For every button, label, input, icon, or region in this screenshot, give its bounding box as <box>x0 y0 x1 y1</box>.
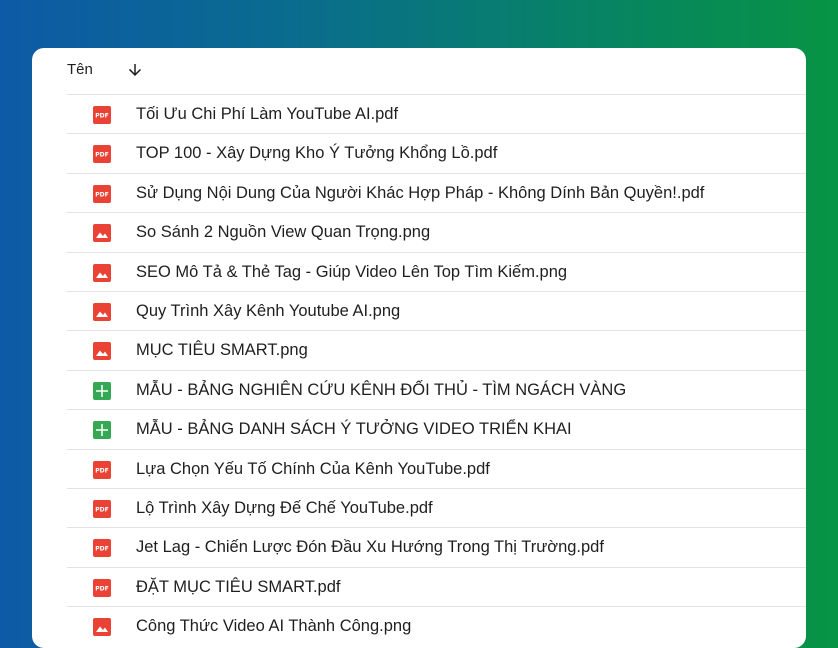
file-name: Quy Trình Xây Kênh Youtube AI.png <box>136 301 401 320</box>
file-name: TOP 100 - Xây Dựng Kho Ý Tưởng Khổng Lồ.… <box>136 144 498 163</box>
file-name: Công Thức Video AI Thành Công.png <box>136 617 412 636</box>
file-name: MẪU - BẢNG DANH SÁCH Ý TƯỞNG VIDEO TRIỂN… <box>136 420 572 439</box>
file-row[interactable]: PDF Jet Lag - Chiến Lược Đón Đầu Xu Hướng… <box>67 527 806 566</box>
pdf-file-icon: PDF <box>93 539 111 558</box>
svg-text:PDF: PDF <box>95 585 108 592</box>
image-file-icon <box>93 618 111 637</box>
file-row[interactable]: Quy Trình Xây Kênh Youtube AI.png <box>67 290 806 330</box>
file-name: Lộ Trình Xây Dựng Đế Chế YouTube.pdf <box>136 498 433 517</box>
file-row[interactable]: Công Thức Video AI Thành Công.png <box>67 606 806 645</box>
pdf-file-icon: PDF <box>93 499 111 518</box>
file-name: So Sánh 2 Nguồn View Quan Trọng.png <box>136 223 431 242</box>
spreadsheet-file-icon <box>93 421 111 440</box>
image-file-icon <box>93 342 111 361</box>
name-column-header[interactable]: Tên <box>67 61 93 78</box>
file-row[interactable]: MẪU - BẢNG NGHIÊN CỨU KÊNH ĐỐI THỦ - TÌM… <box>67 369 806 409</box>
pdf-file-icon: PDF <box>93 578 111 597</box>
svg-text:PDF: PDF <box>95 152 108 159</box>
file-row[interactable]: MỤC TIÊU SMART.png <box>67 330 806 369</box>
file-name: MẪU - BẢNG NGHIÊN CỨU KÊNH ĐỐI THỦ - TÌM… <box>136 380 627 399</box>
file-name: Sử Dụng Nội Dung Của Người Khác Hợp Pháp… <box>136 183 705 202</box>
file-name: Tối Ưu Chi Phí Làm YouTube AI.pdf <box>136 105 399 123</box>
file-name: MỤC TIÊU SMART.png <box>136 341 308 360</box>
image-file-icon <box>93 302 111 321</box>
file-row[interactable]: So Sánh 2 Nguồn View Quan Trọng.png <box>67 212 806 251</box>
image-file-icon <box>93 224 111 243</box>
file-row[interactable]: PDF Lộ Trình Xây Dựng Đế Chế YouTube.pdf <box>67 487 806 527</box>
file-list: PDF Tối Ưu Chi Phí Làm YouTube AI.pdf PDF T… <box>67 94 806 645</box>
file-name: Lựa Chọn Yếu Tố Chính Của Kênh YouTube.p… <box>136 459 490 478</box>
pdf-file-icon: PDF <box>93 106 111 124</box>
pdf-file-icon: PDF <box>93 184 111 203</box>
arrow-down-icon[interactable] <box>126 61 144 79</box>
pdf-file-icon: PDF <box>93 460 111 479</box>
pdf-file-icon: PDF <box>93 145 111 164</box>
file-row[interactable]: PDF Sử Dụng Nội Dung Của Người Khác Hợp P… <box>67 172 806 212</box>
spreadsheet-file-icon <box>93 381 111 400</box>
svg-text:PDF: PDF <box>95 467 108 474</box>
file-name: SEO Mô Tả & Thẻ Tag - Giúp Video Lên Top… <box>136 262 568 281</box>
file-name: ĐẶT MỤC TIÊU SMART.pdf <box>136 577 341 596</box>
list-header: Tên <box>32 48 806 94</box>
file-row[interactable]: PDF Tối Ưu Chi Phí Làm YouTube AI.pdf <box>67 94 806 133</box>
svg-text:PDF: PDF <box>95 546 108 553</box>
image-file-icon <box>93 263 111 282</box>
file-row[interactable]: PDF Lựa Chọn Yếu Tố Chính Của Kênh YouTub… <box>67 448 806 488</box>
file-list-panel: Tên PDF Tối Ưu Chi Phí Làm YouTube AI.pdf… <box>32 48 806 648</box>
svg-text:PDF: PDF <box>95 113 108 120</box>
file-name: Jet Lag - Chiến Lược Đón Đầu Xu Hướng Tr… <box>136 538 604 557</box>
file-row[interactable]: MẪU - BẢNG DANH SÁCH Ý TƯỞNG VIDEO TRIỂN… <box>67 409 806 448</box>
file-row[interactable]: PDF ĐẶT MỤC TIÊU SMART.pdf <box>67 566 806 606</box>
svg-text:PDF: PDF <box>95 191 108 198</box>
file-row[interactable]: PDF TOP 100 - Xây Dựng Kho Ý Tưởng Khổng … <box>67 133 806 172</box>
file-row[interactable]: SEO Mô Tả & Thẻ Tag - Giúp Video Lên Top… <box>67 251 806 291</box>
svg-text:PDF: PDF <box>95 507 108 514</box>
